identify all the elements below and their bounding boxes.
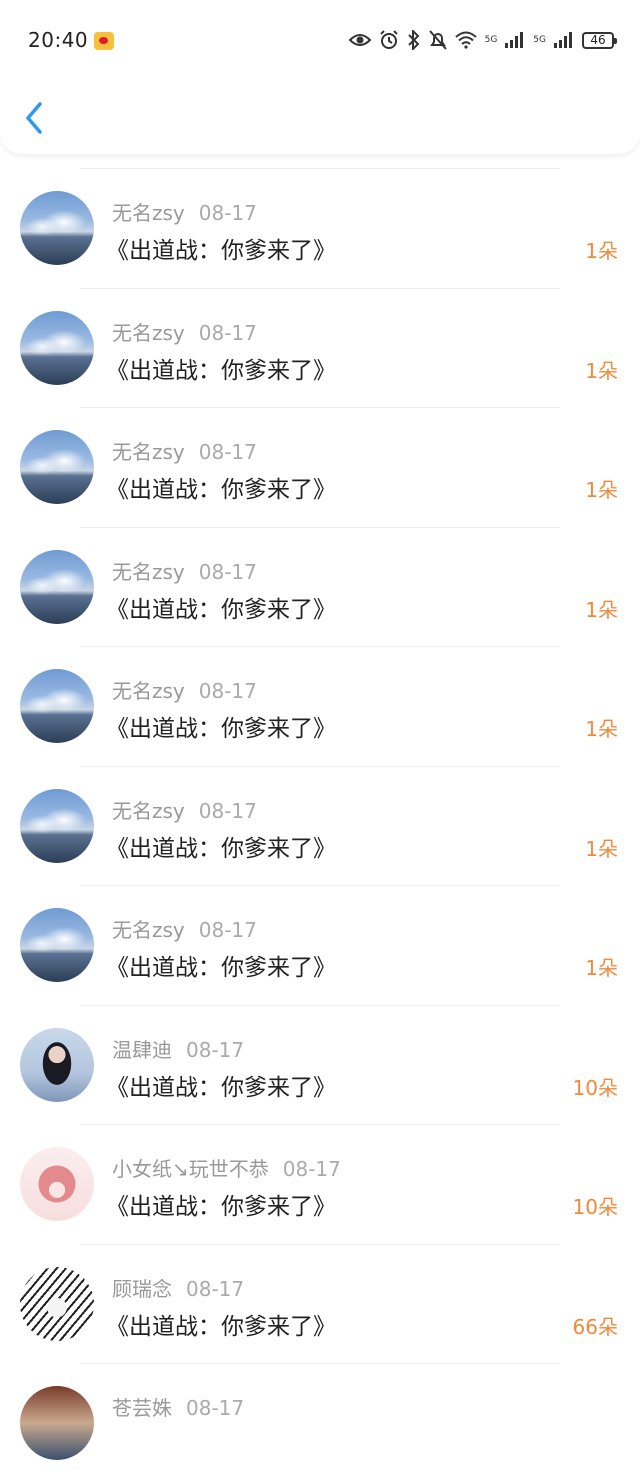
avatar[interactable]: [20, 788, 94, 863]
flower-count: 1朵: [585, 358, 618, 383]
book-title[interactable]: 《出道战：你爹来了》: [106, 948, 336, 982]
list-item[interactable]: 无名zsy 08-17 《出道战：你爹来了》 1朵: [0, 289, 640, 408]
status-icons: 5G 5G 46: [348, 30, 617, 50]
flower-count: 1朵: [585, 836, 618, 861]
status-bar: 20:40 5G 5G 46: [0, 0, 640, 80]
list-item[interactable]: 顾瑞念 08-17 《出道战：你爹来了》 66朵: [0, 1245, 640, 1364]
eye-icon: [348, 34, 371, 46]
item-meta: 无名zsy 08-17: [112, 914, 257, 943]
flower-count: 1朵: [585, 478, 618, 502]
user-name[interactable]: 小女纸↘玩世不恭: [112, 1157, 269, 1181]
user-name[interactable]: 无名zsy: [112, 560, 185, 584]
avatar[interactable]: [20, 1266, 94, 1341]
book-title[interactable]: 《出道战：你爹来了》: [106, 470, 336, 504]
list-item[interactable]: 无名zsy 08-17 《出道战：你爹来了》 1朵: [0, 886, 640, 1006]
avatar[interactable]: [20, 191, 94, 265]
item-meta: 顾瑞念 08-17: [112, 1273, 244, 1302]
item-meta: 小女纸↘玩世不恭 08-17: [112, 1153, 341, 1182]
item-meta: 无名zsy 08-17: [112, 436, 257, 465]
avatar[interactable]: [20, 430, 94, 504]
item-date: 08-17: [198, 320, 257, 345]
item-meta: 无名zsy 08-17: [112, 197, 257, 226]
chevron-left-icon: [26, 102, 42, 134]
bluetooth-icon: [407, 30, 420, 50]
mute-bell-icon: [428, 30, 447, 50]
item-date: 08-17: [198, 201, 257, 225]
item-meta: 苍芸姝 08-17: [112, 1392, 244, 1421]
item-date: 08-17: [198, 679, 257, 703]
item-meta: 无名zsy 08-17: [112, 317, 257, 346]
book-title[interactable]: 《出道战：你爹来了》: [106, 1187, 336, 1221]
item-date: 08-17: [198, 798, 257, 823]
network-label-1: 5G: [484, 34, 498, 45]
signal-icon-2: [554, 32, 572, 48]
item-meta: 无名zsy 08-17: [112, 556, 257, 585]
user-name[interactable]: 无名zsy: [112, 440, 185, 464]
flower-count: 66朵: [572, 1314, 618, 1339]
item-date: 08-17: [186, 1276, 245, 1301]
avatar[interactable]: [20, 549, 94, 624]
nav-bar: [0, 80, 640, 154]
weibo-notification-icon: [94, 32, 115, 50]
book-title[interactable]: 《出道战：你爹来了》: [106, 1307, 336, 1341]
item-meta: 无名zsy 08-17: [112, 675, 257, 704]
list-item[interactable]: 无名zsy 08-17 《出道战：你爹来了》 1朵: [0, 408, 640, 528]
avatar[interactable]: [20, 1147, 94, 1221]
book-title[interactable]: 《出道战：你爹来了》: [106, 351, 336, 385]
flower-count: 10朵: [572, 1075, 618, 1100]
item-date: 08-17: [198, 918, 257, 942]
item-date: 08-17: [186, 1037, 245, 1062]
user-name[interactable]: 无名zsy: [112, 799, 185, 823]
flower-count: 1朵: [585, 239, 618, 263]
book-title[interactable]: 《出道战：你爹来了》: [106, 1068, 336, 1102]
user-name[interactable]: 苍芸姝: [112, 1396, 172, 1420]
flower-count: 1朵: [585, 717, 618, 741]
battery-icon: 46: [582, 31, 617, 49]
flower-count: 1朵: [585, 956, 618, 980]
item-date: 08-17: [198, 440, 257, 464]
flower-count: 10朵: [572, 1195, 618, 1219]
avatar[interactable]: [20, 1386, 94, 1460]
avatar[interactable]: [20, 310, 94, 385]
avatar[interactable]: [20, 669, 94, 743]
item-meta: 无名zsy 08-17: [112, 795, 257, 824]
back-button[interactable]: [20, 100, 52, 136]
avatar[interactable]: [20, 1027, 94, 1102]
list-item[interactable]: 无名zsy 08-17 《出道战：你爹来了》 1朵: [0, 647, 640, 767]
user-name[interactable]: 温肆迪: [112, 1038, 172, 1062]
book-title[interactable]: 《出道战：你爹来了》: [106, 231, 336, 265]
flower-count: 1朵: [585, 597, 618, 622]
avatar[interactable]: [20, 908, 94, 982]
item-date: 08-17: [186, 1396, 245, 1420]
book-title[interactable]: 《出道战：你爹来了》: [106, 829, 336, 863]
user-name[interactable]: 无名zsy: [112, 918, 185, 942]
user-name[interactable]: 顾瑞念: [112, 1277, 172, 1301]
user-name[interactable]: 无名zsy: [112, 321, 185, 345]
book-title[interactable]: 《出道战：你爹来了》: [106, 709, 336, 743]
user-name[interactable]: 无名zsy: [112, 201, 185, 225]
item-date: 08-17: [198, 559, 257, 584]
signal-icon: [505, 32, 524, 48]
gift-list: 无名zsy 08-17 《出道战：你爹来了》 1朵 无名zsy 08-17 《出道战…: [0, 168, 640, 1484]
alarm-icon: [379, 30, 398, 49]
list-item[interactable]: 小女纸↘玩世不恭 08-17 《出道战：你爹来了》 10朵: [0, 1125, 640, 1245]
book-title[interactable]: 《出道战：你爹来了》: [106, 590, 336, 624]
clock: 20:40: [28, 28, 89, 52]
list-item[interactable]: 温肆迪 08-17 《出道战：你爹来了》 10朵: [0, 1006, 640, 1125]
item-meta: 温肆迪 08-17: [112, 1034, 244, 1063]
item-date: 08-17: [282, 1157, 341, 1181]
user-name[interactable]: 无名zsy: [112, 679, 185, 703]
list-item[interactable]: 苍芸姝 08-17: [0, 1364, 640, 1484]
wifi-icon: [454, 31, 477, 49]
list-item[interactable]: 无名zsy 08-17 《出道战：你爹来了》 1朵: [0, 169, 640, 289]
list-item[interactable]: 无名zsy 08-17 《出道战：你爹来了》 1朵: [0, 767, 640, 886]
network-label-2: 5G: [533, 34, 546, 45]
list-item[interactable]: 无名zsy 08-17 《出道战：你爹来了》 1朵: [0, 528, 640, 647]
